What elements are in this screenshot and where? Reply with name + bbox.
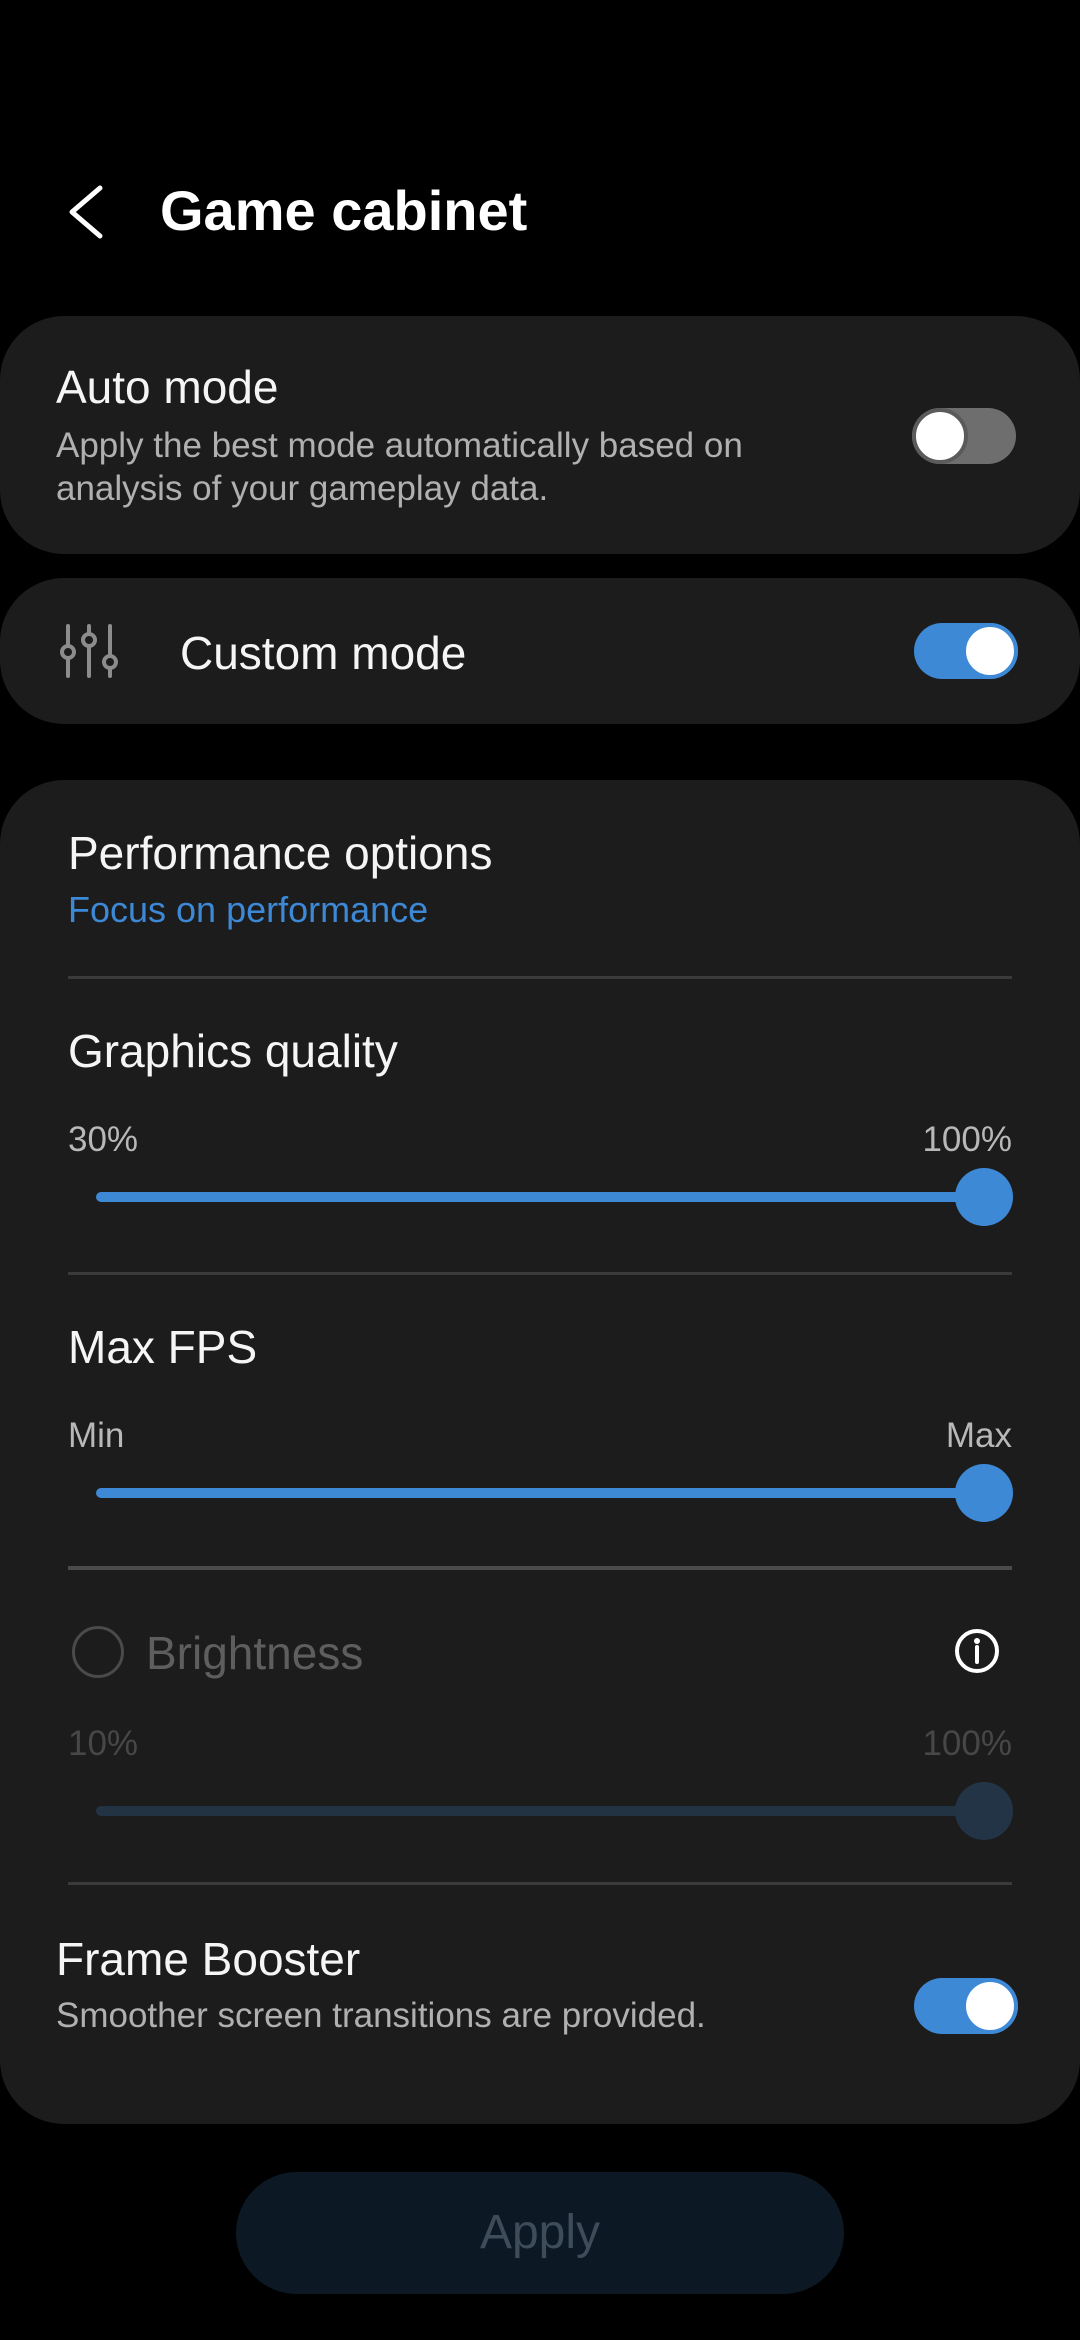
- max-fps-title: Max FPS: [68, 1321, 258, 1373]
- slider-thumb: [955, 1782, 1013, 1840]
- toggle-knob: [962, 623, 1018, 679]
- slider-thumb[interactable]: [955, 1464, 1013, 1522]
- divider: [68, 1272, 1012, 1275]
- brightness-title: Brightness: [146, 1627, 364, 1679]
- custom-mode-title: Custom mode: [180, 627, 467, 679]
- slider-track[interactable]: [96, 1192, 1008, 1202]
- graphics-quality-max-label: 100%: [922, 1120, 1012, 1159]
- divider: [68, 1566, 1012, 1570]
- apply-button[interactable]: Apply: [236, 2172, 844, 2294]
- graphics-quality-min-label: 30%: [68, 1120, 139, 1159]
- auto-mode-card[interactable]: Auto mode Apply the best mode automatica…: [0, 316, 1080, 554]
- info-icon[interactable]: [952, 1626, 1002, 1676]
- app-header: Game cabinet: [0, 160, 1080, 260]
- frame-booster-toggle[interactable]: [914, 1978, 1018, 2034]
- divider: [68, 1882, 1012, 1885]
- page-title: Game cabinet: [160, 179, 528, 242]
- custom-mode-toggle[interactable]: [914, 623, 1018, 679]
- chevron-left-icon: [69, 185, 103, 239]
- auto-mode-title: Auto mode: [56, 361, 279, 413]
- toggle-knob: [962, 1978, 1018, 2034]
- slider-track[interactable]: [96, 1488, 1008, 1498]
- slider-thumb[interactable]: [955, 1168, 1013, 1226]
- auto-mode-toggle[interactable]: [912, 408, 1016, 464]
- frame-booster-description: Smoother screen transitions are provided…: [56, 1996, 706, 2035]
- frame-booster-title: Frame Booster: [56, 1933, 361, 1985]
- brightness-min-label: 10%: [68, 1724, 139, 1763]
- max-fps-min-label: Min: [68, 1416, 125, 1455]
- performance-options-title: Performance options: [68, 827, 493, 879]
- brightness-checkbox[interactable]: [72, 1626, 124, 1678]
- divider: [68, 976, 1012, 979]
- brightness-max-label: 100%: [922, 1724, 1012, 1763]
- back-button[interactable]: [50, 170, 130, 250]
- graphics-quality-title: Graphics quality: [68, 1025, 398, 1077]
- auto-mode-description: Apply the best mode automatically based …: [56, 426, 743, 508]
- max-fps-max-label: Max: [945, 1416, 1012, 1455]
- performance-options-value: Focus on performance: [68, 889, 429, 930]
- slider-track: [96, 1806, 1008, 1816]
- toggle-knob: [912, 408, 968, 464]
- performance-settings-card: Performance options Focus on performance…: [0, 780, 1080, 2124]
- custom-mode-card[interactable]: Custom mode: [0, 578, 1080, 724]
- sliders-icon: [60, 624, 118, 678]
